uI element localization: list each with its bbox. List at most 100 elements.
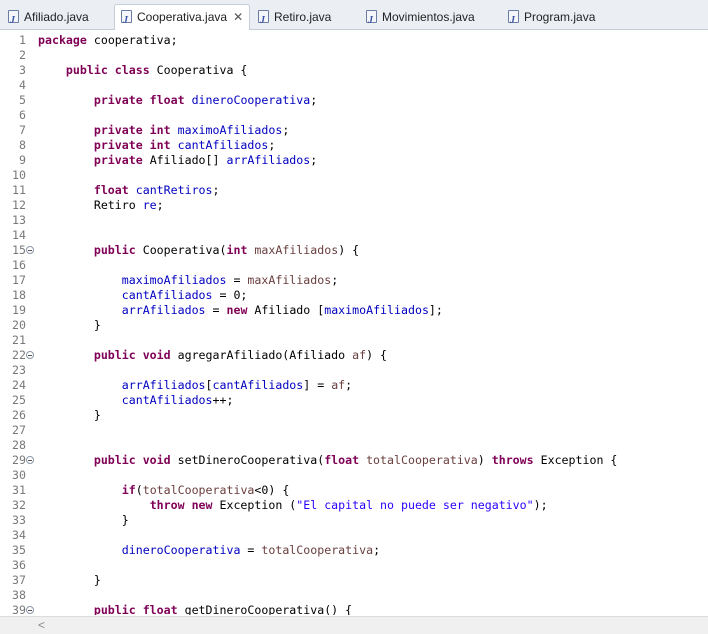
code-token: =	[240, 543, 262, 557]
code-line[interactable]: 31 if(totalCooperativa<0) {	[0, 483, 708, 498]
code-token: ] =	[303, 378, 332, 392]
code-token: [	[205, 378, 213, 392]
code-line[interactable]: 26 }	[0, 408, 708, 423]
line-number: 9	[19, 153, 26, 167]
code-text: private Afiliado[] arrAfiliados;	[38, 153, 317, 168]
code-line[interactable]: 28	[0, 438, 708, 453]
line-number: 2	[19, 48, 26, 62]
code-line[interactable]: 6	[0, 108, 708, 123]
code-text: package cooperativa;	[38, 33, 178, 48]
code-line[interactable]: 16	[0, 258, 708, 273]
code-line[interactable]: 39 public float getDineroCooperativa() {	[0, 603, 708, 615]
code-line[interactable]: 29 public void setDineroCooperativa(floa…	[0, 453, 708, 468]
code-text: dineroCooperativa = totalCooperativa;	[38, 543, 380, 558]
horizontal-scrollbar[interactable]: <	[0, 616, 708, 634]
code-token: re	[142, 198, 157, 212]
code-line[interactable]: 23	[0, 363, 708, 378]
code-line[interactable]: 24 arrAfiliados[cantAfiliados] = af;	[0, 378, 708, 393]
code-line[interactable]: 35 dineroCooperativa = totalCooperativa;	[0, 543, 708, 558]
fold-collapse-icon[interactable]	[26, 456, 34, 464]
code-token: totalCooperativa	[142, 483, 255, 497]
code-line[interactable]: 4	[0, 78, 708, 93]
code-token: Cooperativa(	[135, 243, 227, 257]
code-token: Cooperativa {	[149, 63, 248, 77]
code-text: }	[38, 573, 101, 588]
line-number: 17	[12, 273, 26, 287]
code-token: cantRetiros	[135, 183, 213, 197]
fold-collapse-icon[interactable]	[26, 351, 34, 359]
tab-cooperativa[interactable]: J Cooperativa.java ✕	[114, 4, 250, 30]
code-line[interactable]: 5 private float dineroCooperativa;	[0, 93, 708, 108]
line-number: 16	[12, 258, 26, 272]
code-token: public class	[65, 63, 150, 77]
code-line[interactable]: 22 public void agregarAfiliado(Afiliado …	[0, 348, 708, 363]
code-text: cantAfiliados = 0;	[38, 288, 248, 303]
tab-retiro[interactable]: J Retiro.java	[252, 5, 356, 30]
code-token: private int	[93, 138, 171, 152]
code-token: arrAfiliados	[121, 303, 206, 317]
code-token: ;	[310, 93, 318, 107]
code-token: public	[93, 243, 136, 257]
code-line[interactable]: 1 package cooperativa;	[0, 33, 708, 48]
line-number: 25	[12, 393, 26, 407]
code-line[interactable]: 11 float cantRetiros;	[0, 183, 708, 198]
code-line[interactable]: 14	[0, 228, 708, 243]
line-number: 21	[12, 333, 26, 347]
java-file-icon: J	[508, 10, 519, 26]
code-line[interactable]: 18 cantAfiliados = 0;	[0, 288, 708, 303]
tab-program[interactable]: J Program.java	[502, 5, 622, 30]
code-token: dineroCooperativa	[121, 543, 241, 557]
code-text: private int cantAfiliados;	[38, 138, 276, 153]
code-line[interactable]: 21	[0, 333, 708, 348]
line-number: 18	[12, 288, 26, 302]
code-text: arrAfiliados[cantAfiliados] = af;	[38, 378, 352, 393]
line-number: 6	[19, 108, 26, 122]
code-line[interactable]: 34	[0, 528, 708, 543]
code-line[interactable]: 10	[0, 168, 708, 183]
code-token: }	[38, 573, 101, 587]
code-editor[interactable]: 1 package cooperativa; 2 3 public class Coo…	[0, 31, 708, 615]
java-file-icon: J	[258, 10, 269, 26]
code-token: Exception (	[212, 498, 297, 512]
code-line[interactable]: 15 public Cooperativa(int maxAfiliados) …	[0, 243, 708, 258]
code-line[interactable]: 30	[0, 468, 708, 483]
scroll-left-arrow-icon[interactable]: <	[38, 618, 45, 632]
code-line[interactable]: 7 private int maximoAfiliados;	[0, 123, 708, 138]
code-line[interactable]: 3 public class Cooperativa {	[0, 63, 708, 78]
code-line[interactable]: 2	[0, 48, 708, 63]
code-token: maximoAfiliados	[121, 273, 227, 287]
code-line[interactable]: 36	[0, 558, 708, 573]
code-line[interactable]: 19 arrAfiliados = new Afiliado [maximoAf…	[0, 303, 708, 318]
tab-label: Cooperativa.java	[137, 10, 228, 24]
code-line[interactable]: 8 private int cantAfiliados;	[0, 138, 708, 153]
code-token: =	[205, 303, 227, 317]
code-token: public float	[93, 603, 178, 615]
tab-movimientos[interactable]: J Movimientos.java	[360, 5, 498, 30]
fold-collapse-icon[interactable]	[26, 246, 34, 254]
code-line[interactable]: 37 }	[0, 573, 708, 588]
tab-afiliado[interactable]: J Afiliado.java	[2, 5, 112, 30]
code-line[interactable]: 38	[0, 588, 708, 603]
code-line[interactable]: 27	[0, 423, 708, 438]
code-line[interactable]: 9 private Afiliado[] arrAfiliados;	[0, 153, 708, 168]
code-line[interactable]: 13	[0, 213, 708, 228]
close-tab-icon[interactable]: ✕	[233, 5, 243, 29]
code-token: ;	[331, 273, 339, 287]
code-token: public void	[93, 453, 171, 467]
code-token: cantAfiliados	[121, 288, 213, 302]
line-number: 5	[19, 93, 26, 107]
fold-collapse-icon[interactable]	[26, 606, 34, 614]
code-line[interactable]: 32 throw new Exception ("El capital no p…	[0, 498, 708, 513]
code-line[interactable]: 33 }	[0, 513, 708, 528]
code-text: private int maximoAfiliados;	[38, 123, 289, 138]
code-line[interactable]: 25 cantAfiliados++;	[0, 393, 708, 408]
code-line[interactable]: 12 Retiro re;	[0, 198, 708, 213]
code-line[interactable]: 20 }	[0, 318, 708, 333]
code-line[interactable]: 17 maximoAfiliados = maxAfiliados;	[0, 273, 708, 288]
